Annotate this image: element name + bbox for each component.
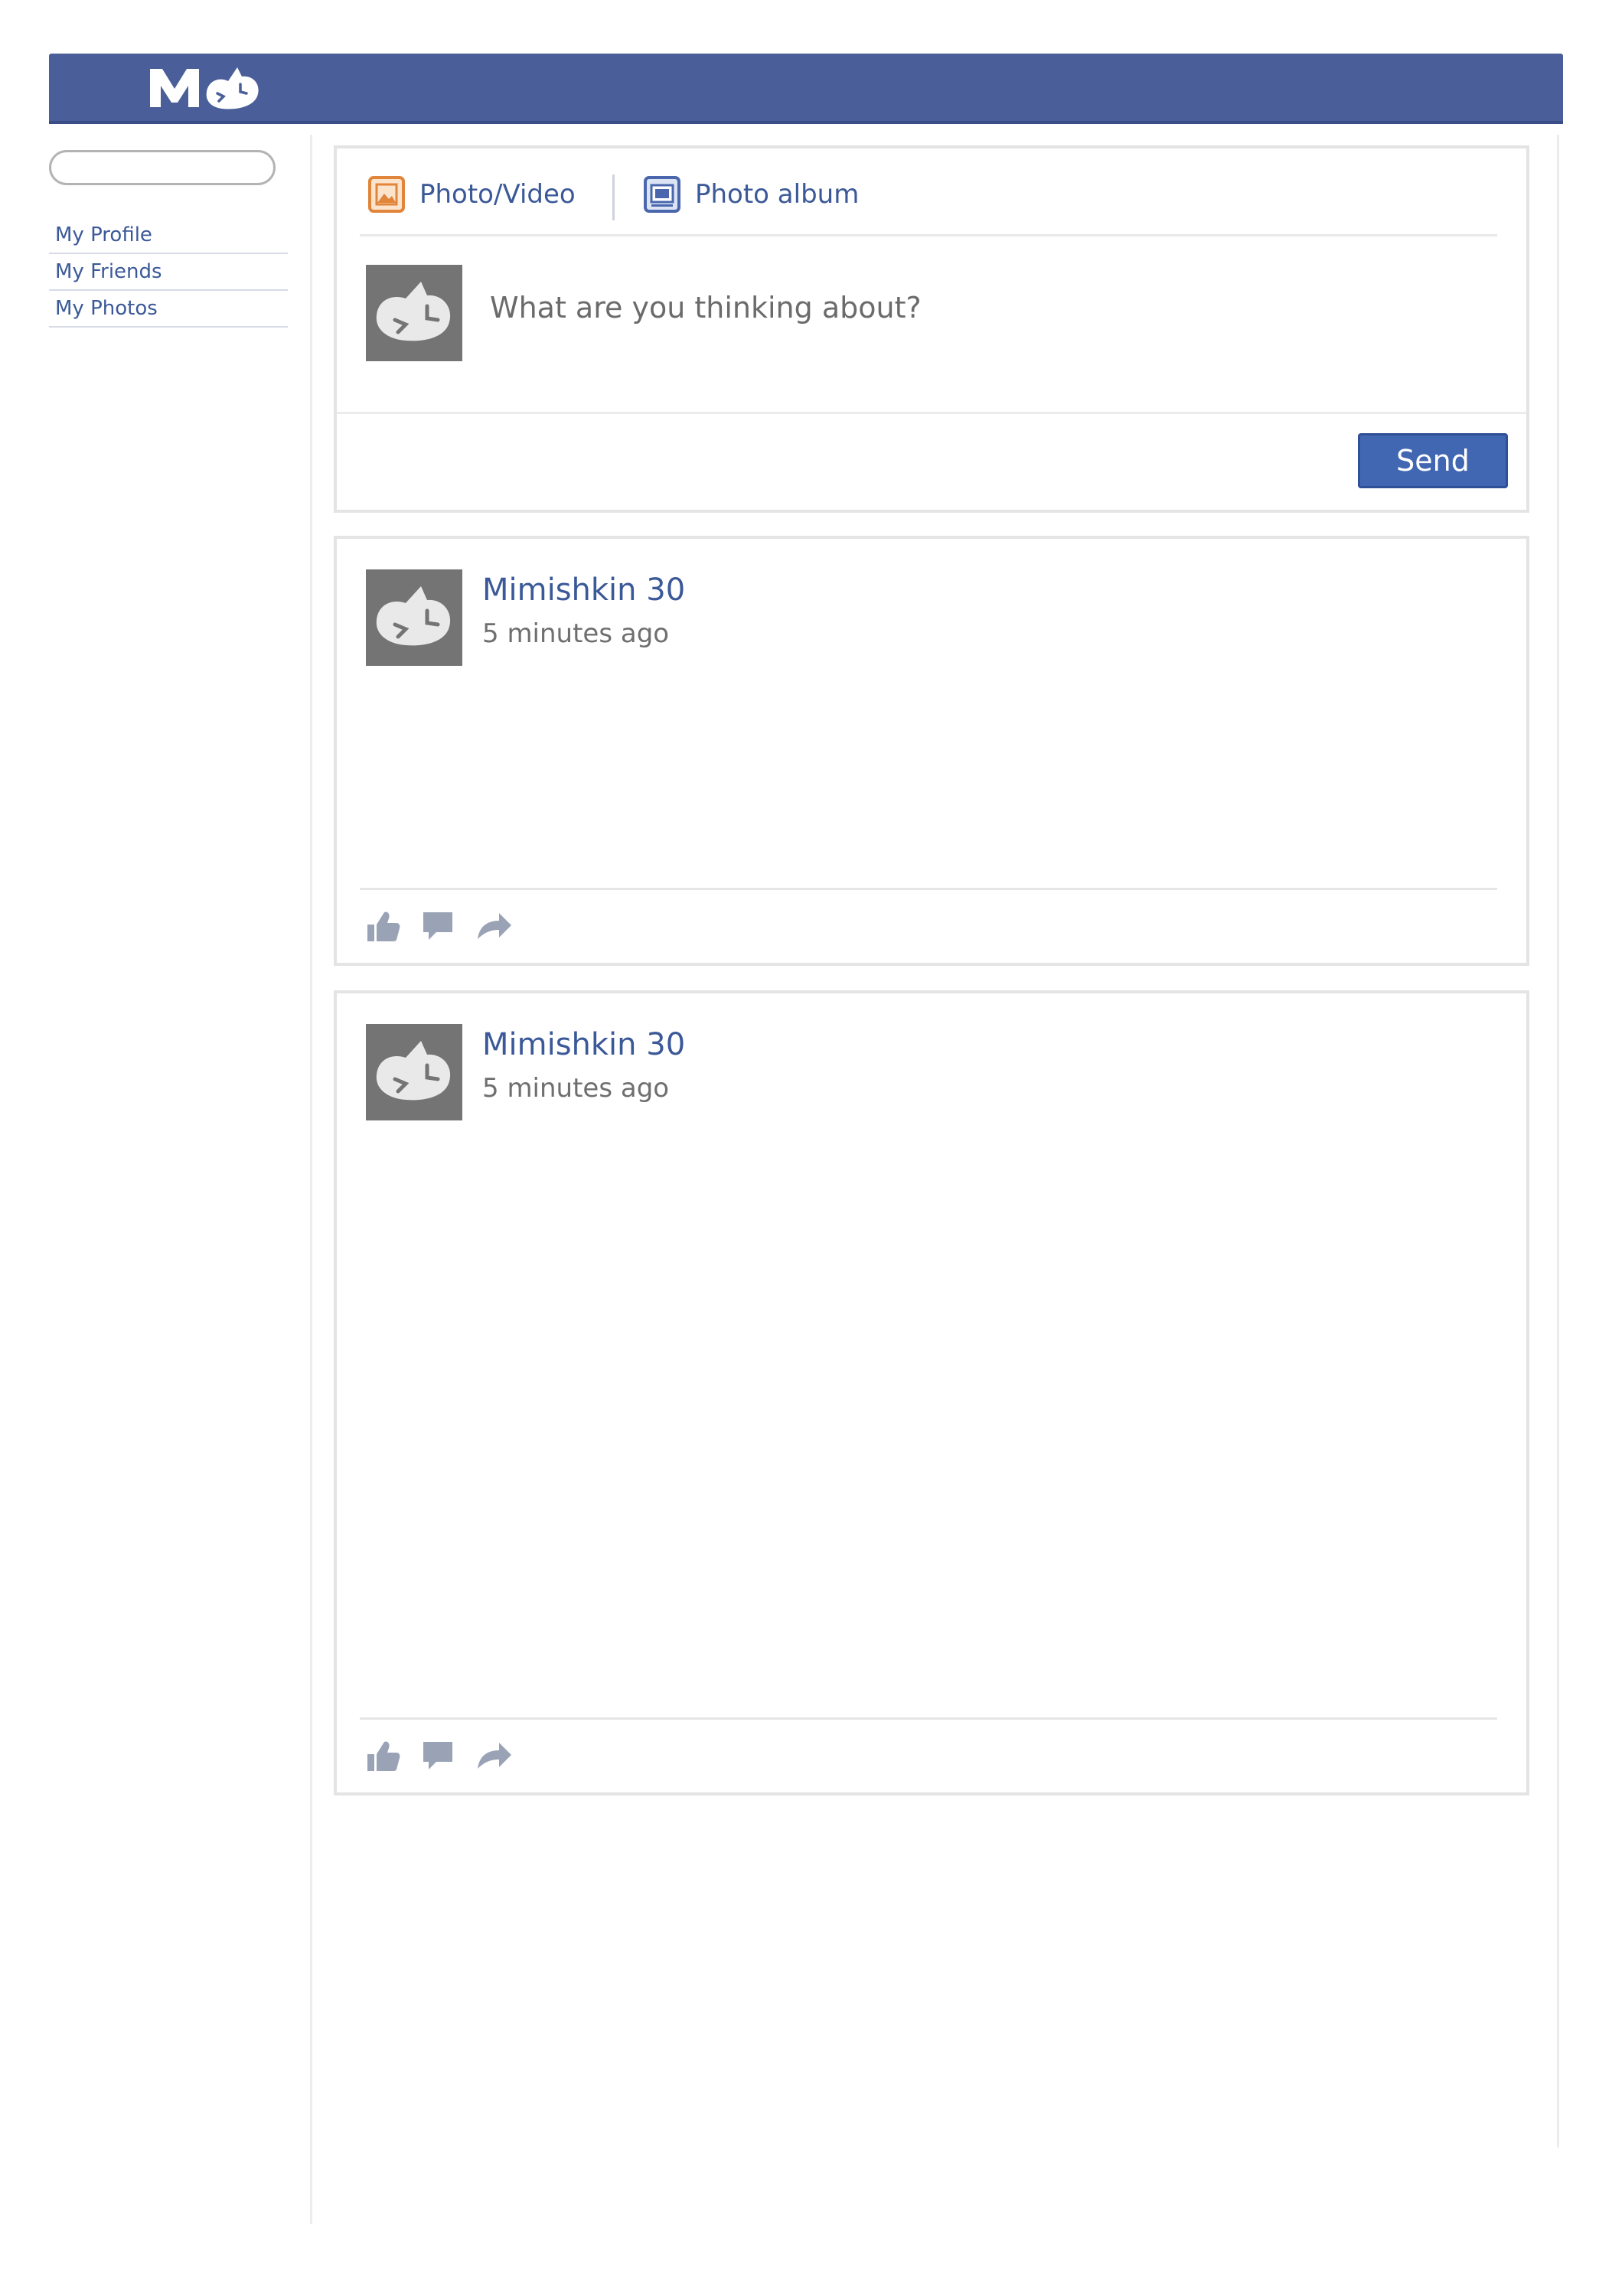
share-icon[interactable] xyxy=(475,910,513,942)
send-button[interactable]: Send xyxy=(1358,433,1508,488)
cat-avatar-icon xyxy=(376,282,451,341)
composer-card: Photo/Video Photo album What are you thi… xyxy=(334,145,1529,513)
avatar[interactable] xyxy=(366,265,462,361)
post-author[interactable]: Mimishkin 30 xyxy=(482,572,685,608)
status-prompt[interactable]: What are you thinking about? xyxy=(490,291,922,325)
post-timestamp: 5 minutes ago xyxy=(482,1073,670,1104)
sidebar-item-my-friends[interactable]: My Friends xyxy=(49,254,288,291)
search-input[interactable] xyxy=(49,150,276,185)
post-timestamp: 5 minutes ago xyxy=(482,618,670,649)
tab-photo-video[interactable]: Photo/Video xyxy=(367,171,576,217)
sidebar-item-my-photos[interactable]: My Photos xyxy=(49,291,288,328)
divider xyxy=(337,412,1526,414)
site-logo-icon[interactable] xyxy=(145,58,268,116)
sidebar-item-my-profile[interactable]: My Profile xyxy=(49,217,288,254)
photo-album-icon xyxy=(644,176,680,213)
post-actions xyxy=(366,1739,513,1773)
share-icon[interactable] xyxy=(475,1740,513,1772)
divider xyxy=(360,1717,1497,1720)
tab-photo-video-label: Photo/Video xyxy=(419,179,576,210)
post-author[interactable]: Mimishkin 30 xyxy=(482,1027,685,1062)
comment-icon[interactable] xyxy=(421,1740,455,1772)
cat-avatar-icon xyxy=(376,1041,451,1101)
top-bar xyxy=(49,54,1563,124)
tab-separator xyxy=(612,174,615,220)
like-icon[interactable] xyxy=(366,1739,401,1773)
sidebar-nav: My Profile My Friends My Photos xyxy=(49,217,288,328)
cat-avatar-icon xyxy=(376,586,451,646)
tab-photo-album-label: Photo album xyxy=(695,179,860,210)
photo-video-icon xyxy=(368,176,405,213)
avatar[interactable] xyxy=(366,1024,462,1120)
like-icon[interactable] xyxy=(366,909,401,943)
post-card: Mimishkin 30 5 minutes ago xyxy=(334,990,1529,1795)
post-card: Mimishkin 30 5 minutes ago xyxy=(334,536,1529,966)
column-divider-left xyxy=(310,135,312,2224)
post-actions xyxy=(366,909,513,943)
comment-icon[interactable] xyxy=(421,910,455,942)
divider xyxy=(360,234,1497,236)
column-divider-right xyxy=(1557,135,1559,2148)
avatar[interactable] xyxy=(366,569,462,666)
divider xyxy=(360,888,1497,890)
tab-photo-album[interactable]: Photo album xyxy=(643,171,859,217)
